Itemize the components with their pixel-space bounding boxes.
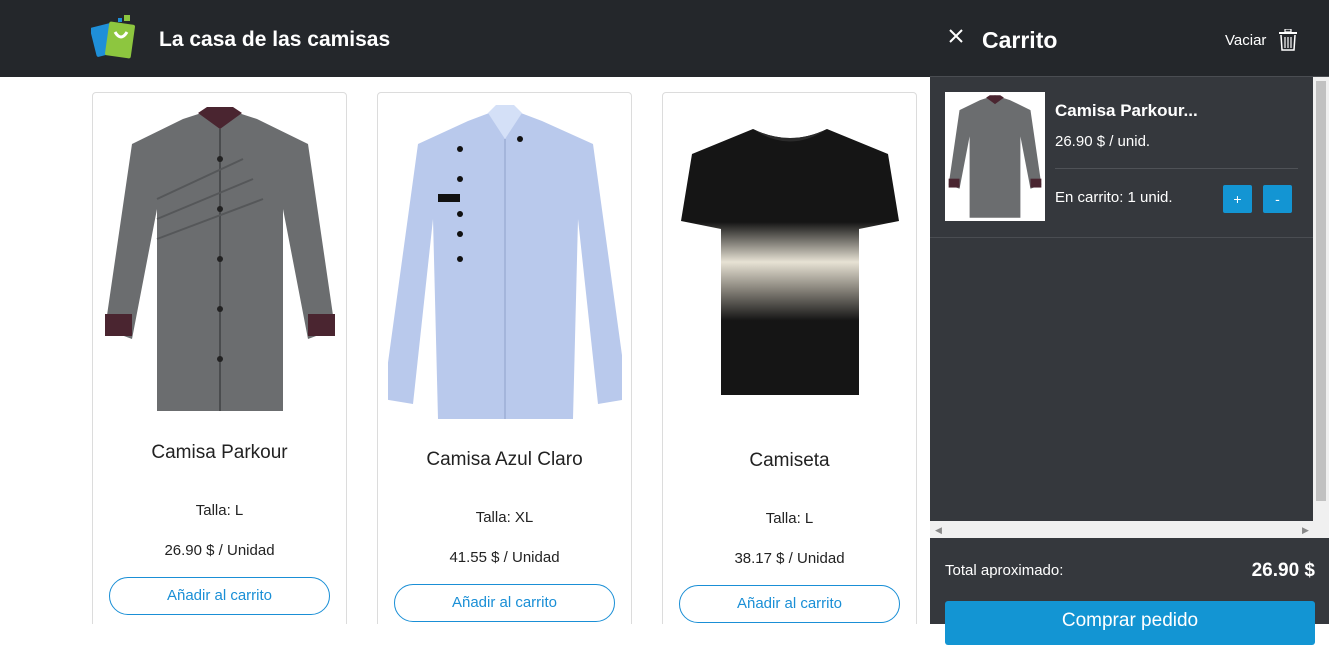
vertical-scrollbar[interactable] (1313, 77, 1329, 521)
shopping-bag-logo-icon (91, 15, 135, 59)
total-label: Total aproximado: (945, 562, 1064, 579)
checkout-button[interactable]: Comprar pedido (945, 601, 1315, 645)
add-to-cart-button[interactable]: Añadir al carrito (394, 584, 615, 622)
cart-item-image (945, 92, 1045, 221)
cart-item-quantity: En carrito: 1 unid. (1055, 189, 1173, 206)
add-to-cart-button[interactable]: Añadir al carrito (109, 577, 330, 615)
trash-icon[interactable] (1278, 29, 1298, 51)
scroll-left-icon[interactable]: ◀ (935, 525, 942, 536)
horizontal-scrollbar[interactable]: ◀ ▶ (930, 521, 1329, 538)
increase-quantity-button[interactable]: + (1223, 185, 1252, 213)
product-price: 38.17 $ / Unidad (734, 550, 845, 567)
cart-panel: Carrito Vaciar Camisa Parkour... 26.90 $… (930, 0, 1329, 645)
product-name: Camisa Azul Claro (426, 449, 583, 470)
product-size: Talla: L (195, 502, 244, 519)
cart-item-price: 26.90 $ / unid. (1055, 133, 1151, 150)
cart-item-name: Camisa Parkour... (1055, 101, 1198, 120)
product-card: Camisa Azul Claro Talla: XL 41.55 $ / Un… (377, 92, 632, 624)
cart-title: Carrito (982, 27, 1058, 53)
product-name: Camiseta (749, 450, 830, 471)
scroll-right-icon[interactable]: ▶ (1302, 525, 1309, 536)
divider (1055, 168, 1298, 169)
close-icon[interactable] (946, 26, 966, 46)
decrease-quantity-button[interactable]: - (1263, 185, 1292, 213)
clear-cart-button[interactable]: Vaciar (1225, 32, 1266, 49)
product-size: Talla: XL (475, 509, 534, 526)
product-card: Camisa Parkour Talla: L 26.90 $ / Unidad… (92, 92, 347, 624)
total-value: 26.90 $ (1251, 560, 1315, 581)
product-image-tshirt (681, 129, 899, 395)
product-image-shirt (388, 105, 622, 419)
cart-item: Camisa Parkour... 26.90 $ / unid. En car… (930, 77, 1313, 238)
add-to-cart-button[interactable]: Añadir al carrito (679, 585, 900, 623)
product-image-shirt (105, 107, 335, 411)
brand-title: La casa de las camisas (159, 28, 391, 51)
product-price: 26.90 $ / Unidad (164, 542, 275, 559)
product-grid: Camisa Parkour Talla: L 26.90 $ / Unidad… (0, 77, 930, 624)
product-size: Talla: L (765, 510, 814, 527)
product-card: Camiseta Talla: L 38.17 $ / Unidad Añadi… (662, 92, 917, 624)
cart-header: Carrito Vaciar (930, 0, 1329, 77)
product-price: 41.55 $ / Unidad (449, 549, 560, 566)
product-name: Camisa Parkour (151, 442, 288, 463)
